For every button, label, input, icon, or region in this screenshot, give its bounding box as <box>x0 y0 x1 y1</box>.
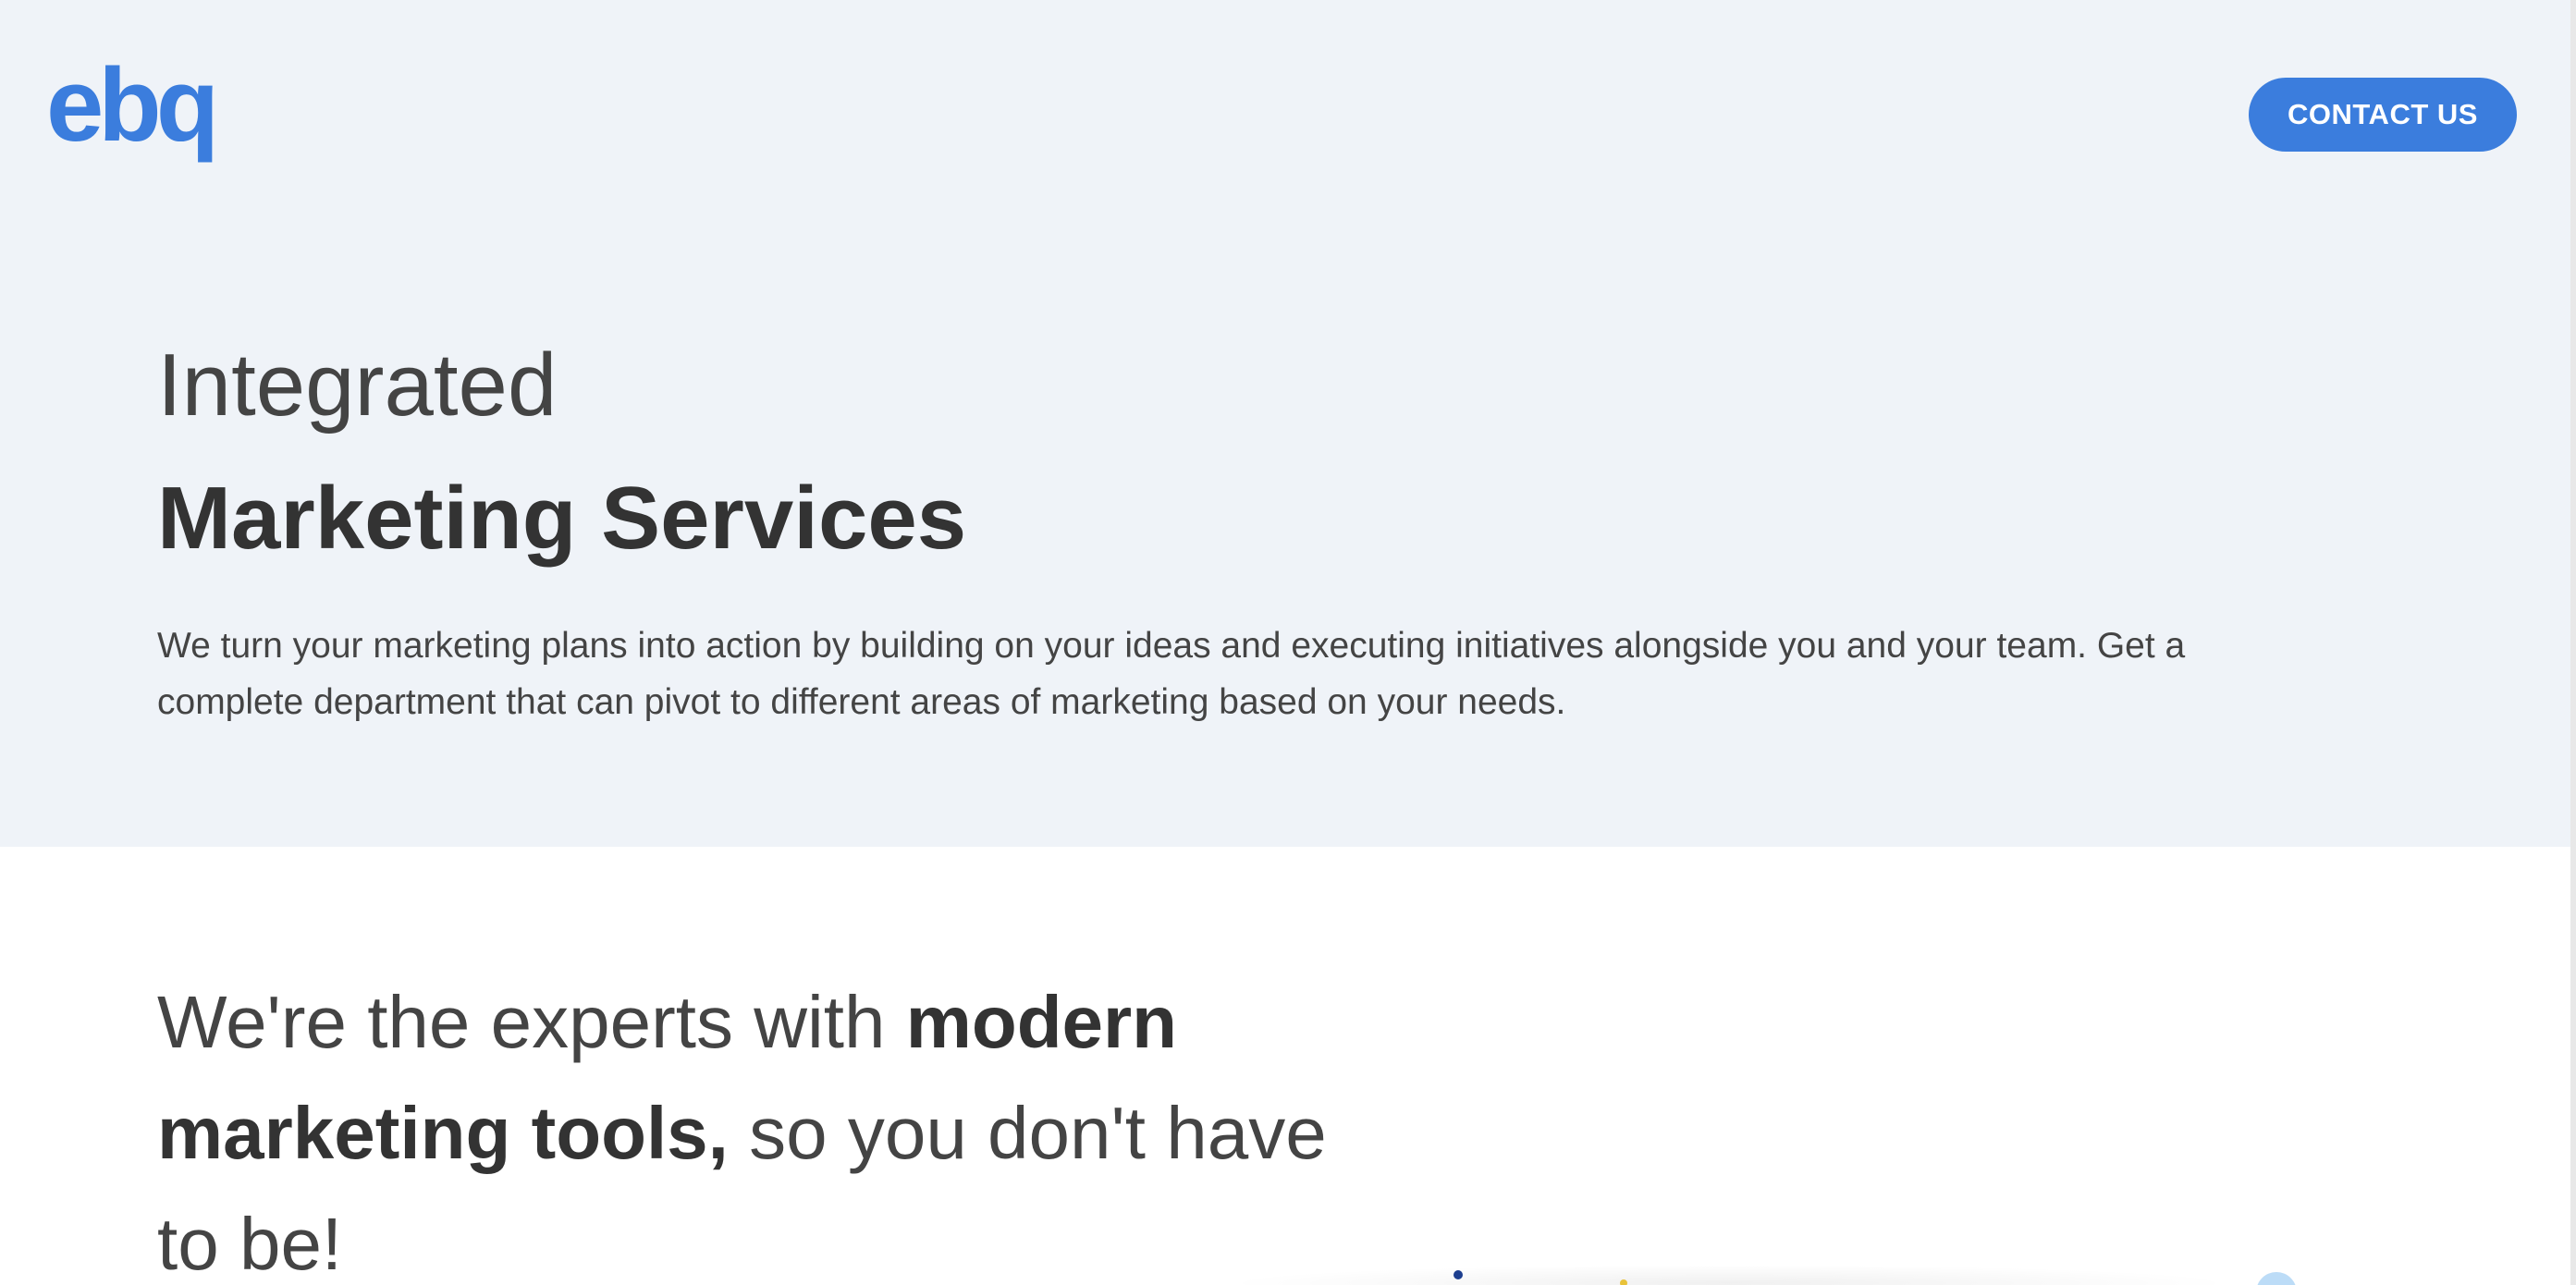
hero-description: We turn your marketing plans into action… <box>157 626 2186 722</box>
page: ebq CONTACT US Integrated Marketing Serv… <box>0 0 2576 1285</box>
hero-title-light: Integrated <box>157 336 558 434</box>
logo-wordmark: ebq <box>46 55 214 163</box>
hero-section: ebq CONTACT US Integrated Marketing Serv… <box>0 0 2570 847</box>
hero-title-bold: Marketing Services <box>157 469 967 568</box>
illustration-dot <box>1454 1270 1463 1279</box>
illustration-circle <box>2256 1272 2297 1285</box>
experts-heading: We're the experts with modern marketing … <box>157 967 1359 1285</box>
scrollbar[interactable] <box>2570 0 2576 1285</box>
illustration-card-shadow <box>1221 1265 2238 1285</box>
experts-heading-part1: We're the experts with <box>157 981 906 1063</box>
illustration-dot <box>1620 1279 1627 1285</box>
contact-us-button[interactable]: CONTACT US <box>2249 78 2517 152</box>
ebq-logo[interactable]: ebq <box>46 55 231 170</box>
